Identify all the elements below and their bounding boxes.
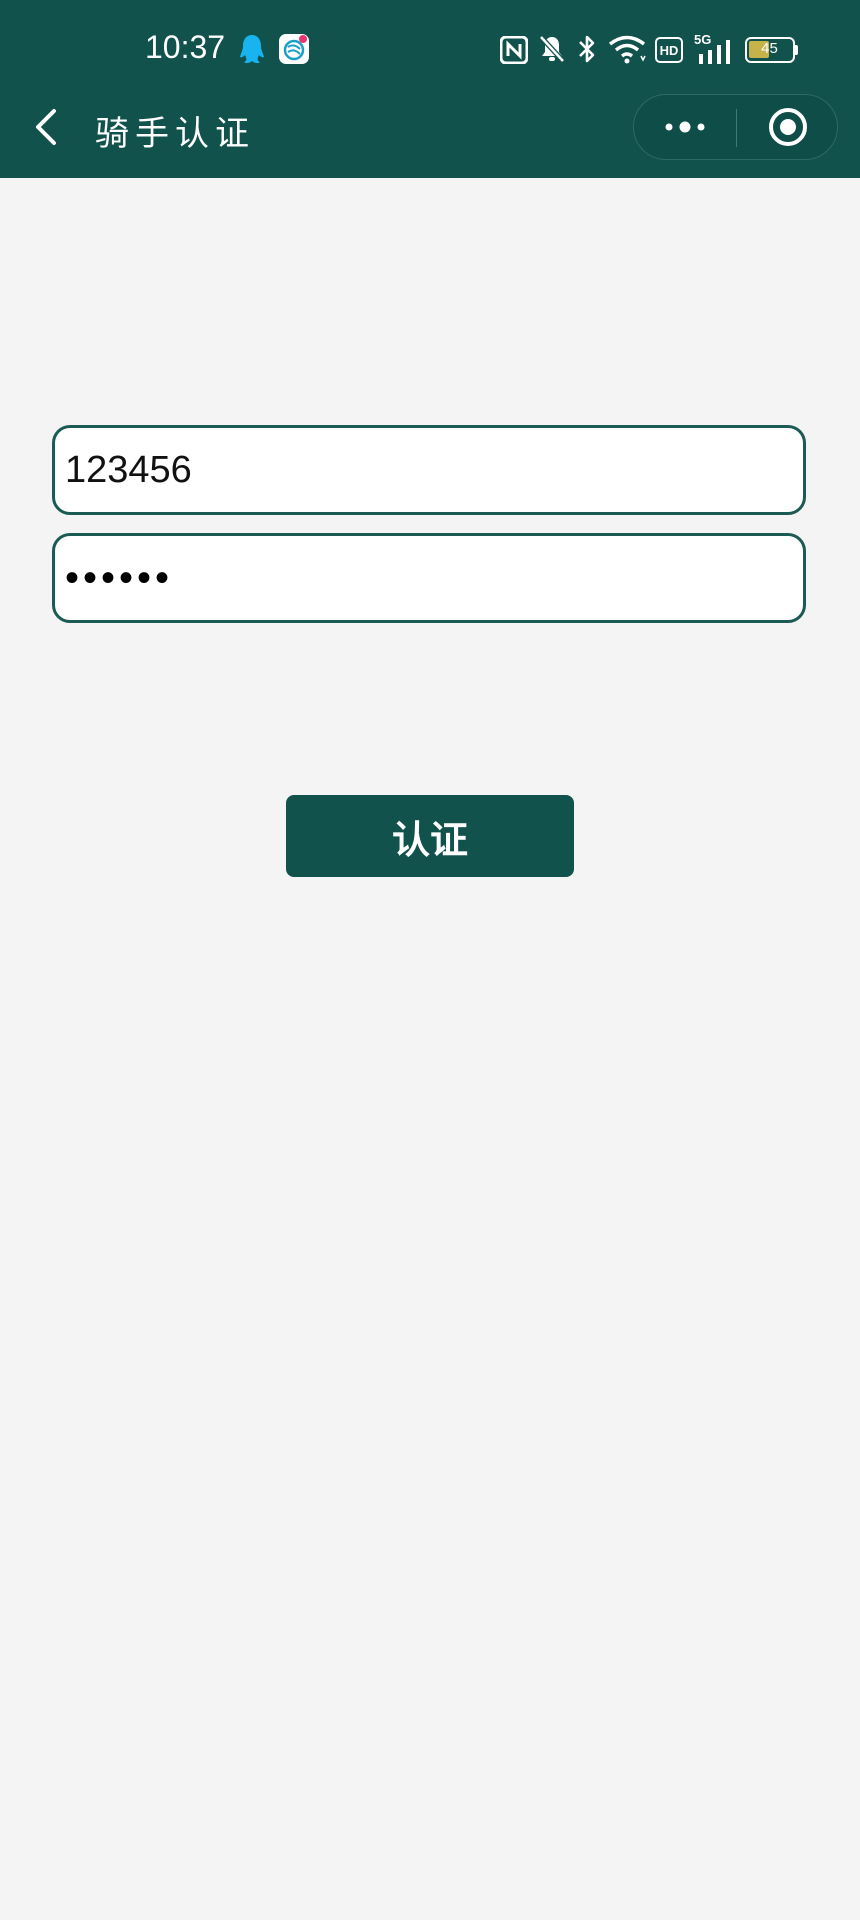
- navigation-bar: 骑手认证: [0, 88, 860, 178]
- battery-level: 45: [761, 40, 778, 57]
- nfc-icon: [500, 36, 528, 64]
- username-input[interactable]: [52, 425, 806, 515]
- mini-program-capsule: [633, 94, 838, 160]
- status-time: 10:37: [145, 29, 226, 65]
- signal-icon: 5G: [694, 32, 734, 64]
- more-dots-icon: [665, 121, 705, 133]
- authenticate-button[interactable]: 认证: [286, 795, 574, 877]
- battery-icon: 45: [745, 37, 799, 63]
- more-button[interactable]: [634, 95, 736, 159]
- password-input[interactable]: [52, 533, 806, 623]
- qq-icon: [240, 35, 264, 64]
- chevron-left-icon: [36, 109, 56, 145]
- bluetooth-icon: [579, 35, 595, 63]
- page-title: 骑手认证: [95, 114, 255, 154]
- wifi-icon: [608, 35, 646, 64]
- close-button[interactable]: [737, 95, 838, 159]
- hd-icon: HD: [655, 37, 683, 63]
- mobile-carrier-icon: [279, 34, 309, 64]
- mute-icon: [539, 35, 565, 63]
- status-bar: 10:37 HD 5G 45: [0, 0, 860, 100]
- target-close-icon: [768, 108, 807, 146]
- hd-label: HD: [659, 42, 679, 58]
- app-header: 10:37 HD 5G 45 骑手认证: [0, 0, 860, 178]
- back-button[interactable]: [26, 102, 66, 152]
